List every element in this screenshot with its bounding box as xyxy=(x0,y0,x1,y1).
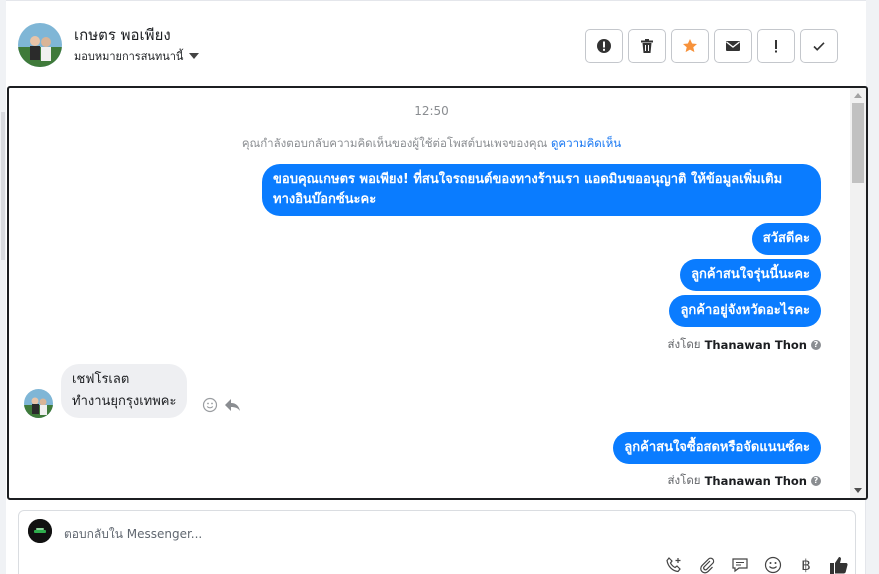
message-thread[interactable]: 12:50 คุณกำลังตอบกลับความคิดเห็นของผู้ใช… xyxy=(7,86,868,500)
left-scroll-mark xyxy=(1,112,5,260)
follow-up-button[interactable] xyxy=(757,29,795,63)
scroll-up-arrow[interactable] xyxy=(854,93,862,98)
help-icon[interactable]: ? xyxy=(811,476,821,486)
message-line: ทางอินบ๊อกซ์นะคะ xyxy=(273,192,377,207)
trash-icon xyxy=(641,39,653,53)
message-line: ขอบคุณเกษตร พอเพียง! ที่สนใจรถยนต์ของทาง… xyxy=(273,172,783,187)
notice-text: คุณกำลังตอบกลับความคิดเห็นของผู้ใช้ต่อโพ… xyxy=(241,136,548,150)
mark-spam-button[interactable] xyxy=(585,29,623,63)
message-actions xyxy=(202,397,241,413)
message-timestamp: 12:50 xyxy=(414,104,449,118)
message-line: เชฟโรเลต xyxy=(72,372,130,387)
thumbs-up-icon[interactable] xyxy=(829,555,849,574)
contact-avatar-small[interactable] xyxy=(24,389,53,418)
sender-name: Thanawan Thon xyxy=(704,338,807,352)
phone-add-icon[interactable] xyxy=(664,555,684,574)
sent-by-label: ส่งโดย Thanawan Thon ? xyxy=(668,336,821,354)
conversation-toolbar xyxy=(585,29,838,63)
conversation-header: เกษตร พอเพียง มอบหมายการสนทนานี้ xyxy=(6,0,866,86)
outgoing-message[interactable]: ลูกค้าอยู่จังหวัดอะไรคะ xyxy=(669,295,821,327)
paperclip-icon[interactable] xyxy=(697,555,717,574)
sent-by-prefix: ส่งโดย xyxy=(667,473,701,487)
reply-composer[interactable]: ตอบกลับใน Messenger... ฿ xyxy=(18,510,856,574)
outgoing-message[interactable]: ลูกค้าสนใจรุ่นนี้นะคะ xyxy=(680,259,821,291)
page-avatar xyxy=(28,519,52,543)
thread-scrollbar[interactable] xyxy=(850,88,866,498)
incoming-message[interactable]: เชฟโรเลต ทำงานยุกรุงเทพคะ xyxy=(61,364,188,418)
outgoing-message[interactable]: ขอบคุณเกษตร พอเพียง! ที่สนใจรถยนต์ของทาง… xyxy=(262,164,821,216)
sent-by-prefix: ส่งโดย xyxy=(667,337,701,351)
assign-label: มอบหมายการสนทนานี้ xyxy=(74,50,184,63)
exclamation-icon xyxy=(775,40,777,53)
star-icon xyxy=(683,39,697,53)
composer-actions: ฿ xyxy=(664,555,849,574)
chevron-down-icon xyxy=(189,53,200,59)
mark-done-button[interactable] xyxy=(800,29,838,63)
reply-icon[interactable] xyxy=(224,397,241,413)
baht-icon[interactable]: ฿ xyxy=(796,555,816,574)
emoji-icon[interactable] xyxy=(763,555,783,574)
sender-name: Thanawan Thon xyxy=(704,474,807,488)
outgoing-message[interactable]: สวัสดีคะ xyxy=(751,223,821,255)
alert-circle-icon xyxy=(597,39,611,53)
help-icon[interactable]: ? xyxy=(811,340,821,350)
scroll-thumb[interactable] xyxy=(852,103,864,183)
emoji-react-icon[interactable] xyxy=(202,397,218,413)
left-panel-edge xyxy=(0,0,6,574)
sent-by-label: ส่งโดย Thanawan Thon ? xyxy=(668,472,821,490)
message-line: ทำงานยุกรุงเทพคะ xyxy=(72,394,177,409)
assign-conversation-dropdown[interactable]: มอบหมายการสนทนานี้ xyxy=(74,47,200,65)
contact-name[interactable]: เกษตร พอเพียง xyxy=(74,23,171,47)
saved-reply-icon[interactable] xyxy=(730,555,750,574)
view-comment-link[interactable]: ดูความคิดเห็น xyxy=(551,136,621,150)
reply-input[interactable]: ตอบกลับใน Messenger... xyxy=(64,525,202,544)
scroll-down-arrow[interactable] xyxy=(854,488,862,493)
comment-reply-notice: คุณกำลังตอบกลับความคิดเห็นของผู้ใช้ต่อโพ… xyxy=(9,135,854,153)
inbox-conversation-view: เกษตร พอเพียง มอบหมายการสนทนานี้ 12:50 ค… xyxy=(0,0,879,574)
checkmark-icon xyxy=(813,42,825,51)
delete-button[interactable] xyxy=(628,29,666,63)
contact-avatar[interactable] xyxy=(18,23,62,67)
outgoing-message[interactable]: ลูกค้าสนใจซื้อสดหรือจัดแนนซ์คะ xyxy=(613,432,821,464)
star-button[interactable] xyxy=(671,29,709,63)
envelope-icon xyxy=(726,41,740,51)
mark-unread-button[interactable] xyxy=(714,29,752,63)
